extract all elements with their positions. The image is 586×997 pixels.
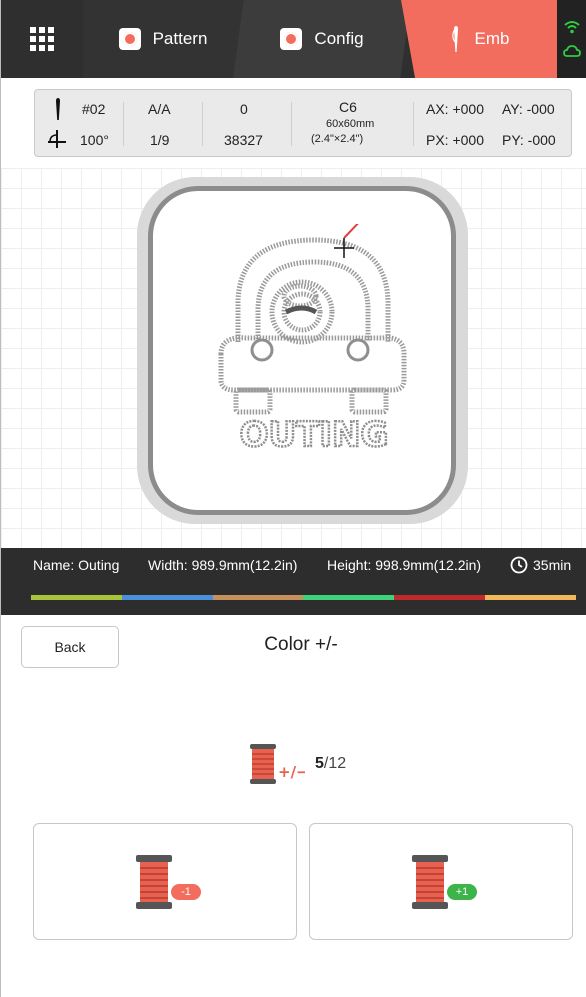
embroidery-design-preview: OUTING [218,224,407,456]
tab-emb[interactable]: Emb [401,0,557,78]
thread-color-strip [31,595,576,600]
clock-icon [510,556,528,574]
thread-color-segment [31,595,122,600]
design-text: OUTING [240,415,389,455]
thread-color-segment [394,595,486,600]
hoop-code: C6 [339,99,357,115]
page-title: Color +/- [264,634,338,655]
back-button-label: Back [54,639,86,655]
machine-info-panel: #02 100° A/A 1/9 0 38327 C6 60x60mm (2.4… [34,89,572,157]
hoop-size-in: (2.4"×2.4") [311,133,364,145]
svg-text:+/−: +/− [278,763,305,781]
py-value: PY: -000 [502,132,556,148]
color-minus-button[interactable]: -1 [33,823,297,940]
current-color-index: 5 [315,755,324,772]
divider [202,102,203,146]
pattern-flower-icon [118,28,141,50]
thread-color-segment [485,595,576,600]
ay-value: AY: -000 [502,101,555,117]
ax-value: AX: +000 [426,101,484,117]
top-navigation-bar: Pattern Config Emb [1,0,586,78]
needle-number: #02 [82,101,106,117]
thread-spool-plus: +1 [411,854,477,910]
needle-icon [451,26,458,52]
step-value: 1/9 [150,132,170,148]
embroidery-canvas[interactable]: OUTING [1,168,586,548]
zero-value: 0 [240,101,248,117]
design-width: Width: 989.9mm(12.2in) [148,557,298,573]
design-name: Name: Outing [33,557,120,573]
status-column [557,0,586,78]
rotation-angle-value: 100° [80,132,109,148]
minus-one-badge: -1 [171,883,201,900]
tab-config[interactable]: Config [233,0,411,78]
color-plus-minus-icon: +/− [250,744,305,784]
px-value: PX: +000 [426,132,484,148]
rotation-angle-icon [48,130,66,148]
thread-color-segment [303,595,395,600]
color-counter: +/− 5/12 [249,744,346,784]
thread-color-segment [212,595,304,600]
plus-one-badge: +1 [447,883,477,900]
color-count: 5/12 [315,755,346,773]
app-root: Pattern Config Emb #02 100° A/A 1/9 0 38… [0,0,586,997]
back-button[interactable]: Back [21,626,119,668]
color-plus-button[interactable]: +1 [309,823,573,940]
thread-color-segment [121,595,213,600]
thread-spool-icon [136,854,172,909]
divider [291,102,292,146]
total-colors: /12 [323,755,347,772]
design-time: 35min [533,557,572,573]
thread-spool-icon [412,854,448,909]
needle-position-icon [56,98,60,120]
aa-value: A/A [148,101,171,117]
tab-config-label: Config [314,29,364,48]
wifi-icon [564,21,580,34]
hoop-size-mm: 60x60mm [326,118,375,130]
tab-pattern[interactable]: Pattern [83,0,243,78]
divider [413,102,414,146]
cloud-icon [563,45,581,57]
grid-menu-icon [30,27,54,51]
tab-emb-label: Emb [474,29,510,48]
tab-pattern-label: Pattern [152,29,208,48]
design-info-bar: Name: Outing Width: 989.9mm(12.2in) Heig… [1,548,586,615]
stitch-count-value: 38327 [224,132,263,148]
design-height: Height: 998.9mm(12.2in) [327,557,482,573]
config-edit-icon [280,28,303,50]
divider [123,102,124,146]
thread-spool-minus: -1 [135,854,201,910]
tab-home-menu[interactable] [1,0,83,78]
